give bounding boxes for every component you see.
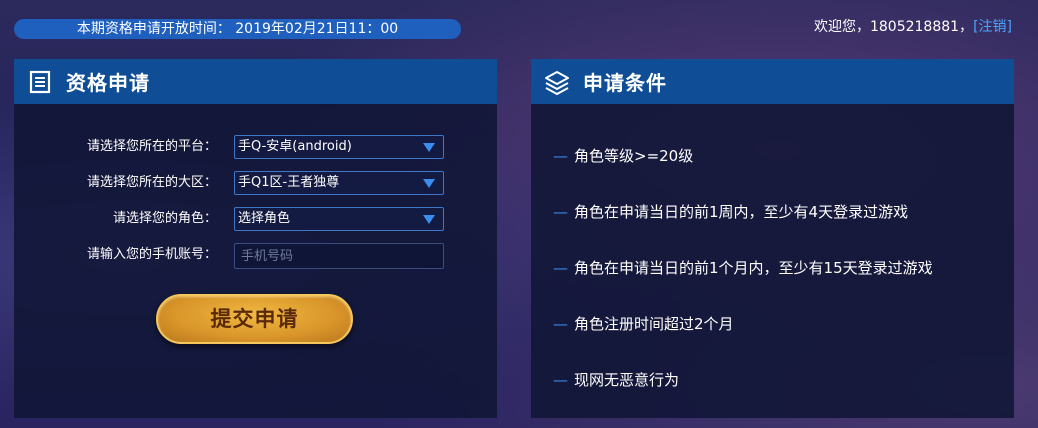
dash-icon: —: [553, 147, 568, 165]
logout-link[interactable]: [注销]: [973, 19, 1012, 35]
region-label: 请选择您所在的大区：: [86, 175, 217, 190]
condition-item: — 现网无恶意行为: [553, 369, 679, 390]
apply-panel-header: 资格申请: [14, 59, 497, 104]
condition-text: 角色等级>=20级: [574, 147, 694, 165]
region-value: 手Q1区-王者独尊: [238, 175, 340, 190]
condition-item: — 角色在申请当日的前1周内，至少有4天登录过游戏: [553, 201, 908, 222]
role-row: 请选择您的角色： 选择角色: [14, 207, 497, 231]
condition-text: 角色注册时间超过2个月: [574, 315, 734, 333]
phone-input[interactable]: [234, 243, 444, 269]
platform-value: 手Q-安卓(android): [238, 139, 352, 154]
dash-icon: —: [553, 259, 568, 277]
open-time-banner: 本期资格申请开放时间： 2019年02月21日11：00: [14, 19, 461, 39]
platform-row: 请选择您所在的平台： 手Q-安卓(android): [14, 135, 497, 159]
apply-panel-title: 资格申请: [66, 71, 150, 95]
platform-label: 请选择您所在的平台：: [86, 139, 217, 154]
dropdown-arrow-icon: [423, 179, 435, 188]
phone-label: 请输入您的手机账号：: [86, 247, 217, 262]
condition-item: — 角色在申请当日的前1个月内，至少有15天登录过游戏: [553, 257, 933, 278]
condition-text: 角色在申请当日的前1个月内，至少有15天登录过游戏: [574, 259, 933, 277]
conditions-panel-header: 申请条件: [531, 59, 1014, 104]
role-select[interactable]: 选择角色: [234, 207, 444, 231]
document-icon: [26, 68, 54, 96]
apply-panel: 资格申请 请选择您所在的平台： 手Q-安卓(android) 请选择您所在的大区…: [14, 59, 497, 418]
condition-text: 现网无恶意行为: [574, 371, 680, 389]
dropdown-arrow-icon: [423, 143, 435, 152]
phone-row: 请输入您的手机账号：: [14, 243, 497, 269]
conditions-panel-title: 申请条件: [583, 71, 667, 95]
condition-text: 角色在申请当日的前1周内，至少有4天登录过游戏: [574, 203, 909, 221]
dash-icon: —: [553, 315, 568, 333]
dropdown-arrow-icon: [423, 215, 435, 224]
role-label: 请选择您的角色：: [112, 211, 217, 226]
submit-button[interactable]: 提交申请: [156, 294, 353, 344]
condition-item: — 角色等级>=20级: [553, 145, 693, 166]
region-row: 请选择您所在的大区： 手Q1区-王者独尊: [14, 171, 497, 195]
condition-item: — 角色注册时间超过2个月: [553, 313, 734, 334]
dash-icon: —: [553, 371, 568, 389]
region-select[interactable]: 手Q1区-王者独尊: [234, 171, 444, 195]
layers-icon: [543, 68, 571, 96]
dash-icon: —: [553, 203, 568, 221]
welcome-text: 欢迎您，1805218881，[注销]: [814, 17, 1012, 37]
platform-select[interactable]: 手Q-安卓(android): [234, 135, 444, 159]
role-value: 选择角色: [238, 211, 291, 226]
conditions-panel: 申请条件 — 角色等级>=20级 — 角色在申请当日的前1周内，至少有4天登录过游戏…: [531, 59, 1014, 418]
welcome-user: 欢迎您，1805218881，: [813, 19, 974, 35]
